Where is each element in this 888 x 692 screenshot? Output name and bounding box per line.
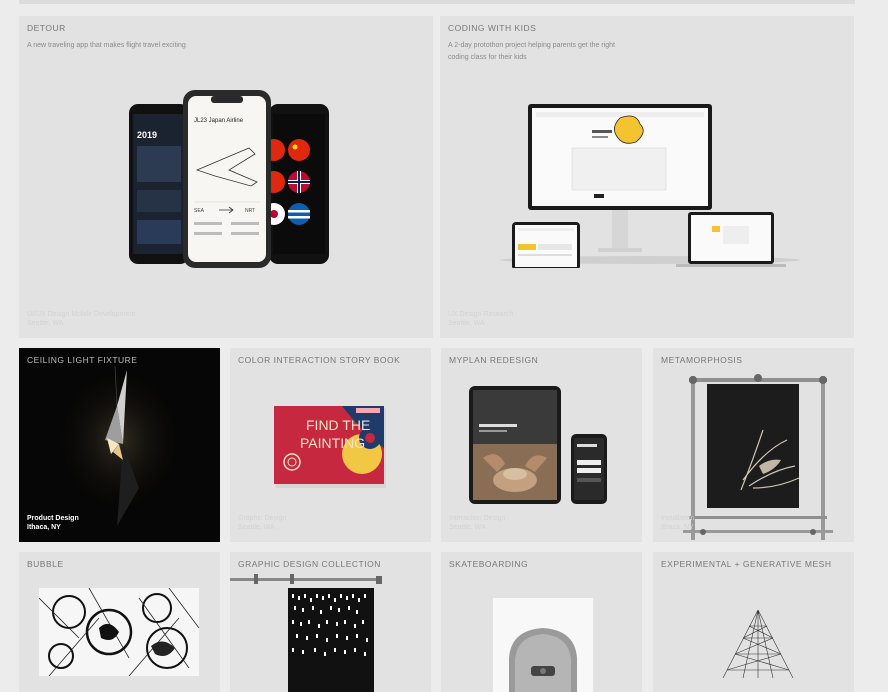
project-tags: Graphic Design xyxy=(238,515,287,522)
project-tags: Installation xyxy=(661,515,695,522)
flight-label: JL23 Japan Airline xyxy=(194,118,244,124)
project-card-detour[interactable]: DETOUR A new traveling app that makes fl… xyxy=(19,16,433,338)
project-meta: Product Design Ithaca, NY xyxy=(27,514,79,532)
project-card-coding-with-kids[interactable]: CODING WITH KIDS A 2-day protothon proje… xyxy=(440,16,854,338)
project-title: COLOR INTERACTION STORY BOOK xyxy=(238,355,401,365)
description-line: coding class for their kids xyxy=(448,54,527,61)
project-location: Seattle, WA xyxy=(27,320,64,327)
project-meta: Installation Ithaca, NY xyxy=(661,514,694,532)
light-fixture-image xyxy=(49,360,189,526)
project-title: MYPLAN REDESIGN xyxy=(449,355,539,365)
project-card-generative-mesh[interactable]: EXPERIMENTAL + GENERATIVE MESH xyxy=(653,552,854,692)
project-title: CEILING LIGHT FIXTURE xyxy=(27,355,138,365)
project-title: CODING WITH KIDS xyxy=(448,23,537,33)
book-title-line: PAINTING xyxy=(300,435,365,451)
project-card-graphic-design-collection[interactable]: GRAPHIC DESIGN COLLECTION xyxy=(230,552,431,692)
project-card-bubble[interactable]: BUBBLE xyxy=(19,552,220,692)
book-title-line: FIND THE xyxy=(306,417,370,433)
project-location: Ithaca, NY xyxy=(661,524,694,531)
year-label: 2019 xyxy=(137,130,157,140)
project-tags: UX Design Research xyxy=(448,311,514,318)
top-divider xyxy=(19,0,855,4)
project-description: A 2-day protothon project helping parent… xyxy=(448,40,615,64)
project-title: GRAPHIC DESIGN COLLECTION xyxy=(238,559,381,569)
project-title: METAMORPHOSIS xyxy=(661,355,743,365)
project-tags: UI/UX Design Mobile Development xyxy=(27,311,136,318)
tablet-phone-mockup-image xyxy=(469,386,607,504)
description-line: A 2-day protothon project helping parent… xyxy=(448,42,615,49)
project-card-myplan-redesign[interactable]: MYPLAN REDESIGN Interaction Design Seatt… xyxy=(441,348,642,542)
project-card-metamorphosis[interactable]: METAMORPHOSIS Installation Ithaca, NY xyxy=(653,348,854,542)
devices-mockup-image xyxy=(500,104,800,268)
project-title: EXPERIMENTAL + GENERATIVE MESH xyxy=(661,559,832,569)
project-card-skateboarding[interactable]: SKATEBOARDING xyxy=(441,552,642,692)
project-description: A new traveling app that makes flight tr… xyxy=(27,42,186,49)
project-meta: UX Design Research Seattle, WA xyxy=(448,310,513,328)
project-location: Seattle, WA xyxy=(448,320,485,327)
svg-text:NRT: NRT xyxy=(245,208,255,214)
skateboard-image xyxy=(493,598,593,692)
storybook-image: FIND THE PAINTING xyxy=(274,406,386,488)
project-title: DETOUR xyxy=(27,23,66,33)
project-title: BUBBLE xyxy=(27,559,64,569)
installation-image xyxy=(683,374,833,540)
phones-mockup-image: 2019 JL23 Japan Airline SEA NRT xyxy=(129,90,329,268)
project-title: SKATEBOARDING xyxy=(449,559,529,569)
project-meta: Graphic Design Seattle, WA xyxy=(238,514,286,532)
svg-text:SEA: SEA xyxy=(194,208,205,214)
project-location: Seattle, WA xyxy=(449,524,486,531)
project-tags: Product Design xyxy=(27,515,79,522)
bubble-illustration-image xyxy=(39,588,199,676)
poster-display-image xyxy=(230,574,382,692)
project-location: Ithaca, NY xyxy=(27,524,61,531)
project-meta: UI/UX Design Mobile Development Seattle,… xyxy=(27,310,135,328)
project-tags: Interaction Design xyxy=(449,515,506,522)
project-card-ceiling-light-fixture[interactable]: CEILING LIGHT FIXTURE Product Design Ith… xyxy=(19,348,220,542)
mesh-structure-image xyxy=(722,609,794,678)
project-location: Seattle, WA xyxy=(238,524,275,531)
project-meta: Interaction Design Seattle, WA xyxy=(449,514,505,532)
project-card-color-interaction-story-book[interactable]: COLOR INTERACTION STORY BOOK FIND THE PA… xyxy=(230,348,431,542)
